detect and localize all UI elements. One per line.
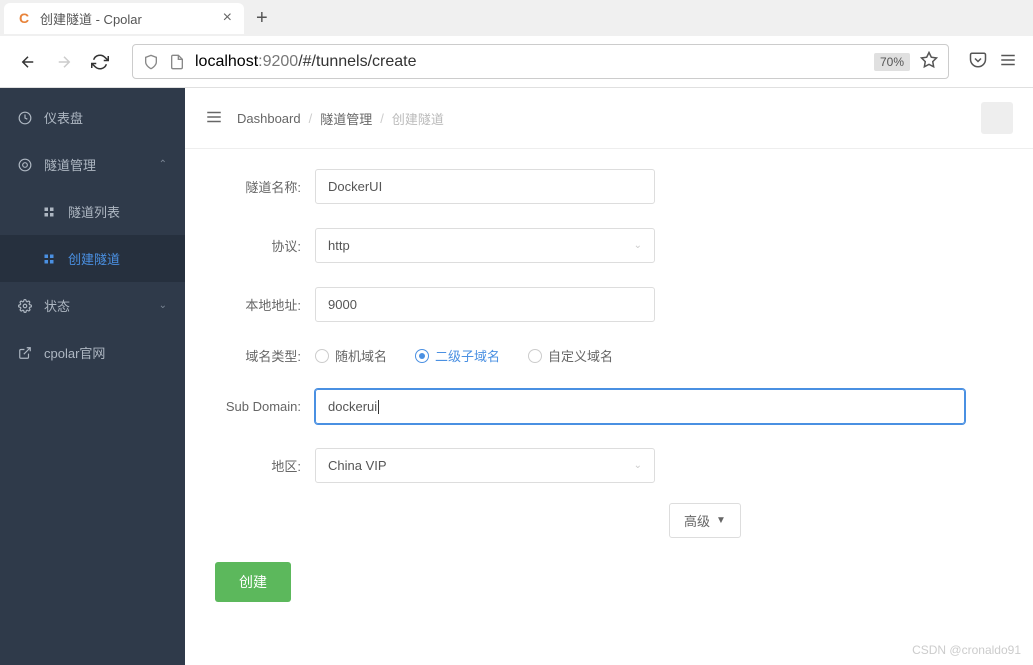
- advanced-button[interactable]: 高级 ▼: [669, 503, 741, 538]
- text-cursor: [378, 400, 379, 414]
- radio-label: 随机域名: [335, 346, 387, 365]
- chevron-up-icon: ⌃: [159, 159, 167, 170]
- sidebar-item-website[interactable]: cpolar官网: [0, 329, 185, 376]
- breadcrumb-sep: /: [380, 111, 384, 126]
- radio-icon: [415, 349, 429, 363]
- grid-icon: [42, 205, 56, 219]
- sidebar-item-status[interactable]: 状态 ⌄: [0, 282, 185, 329]
- sidebar-item-tunnel-mgmt[interactable]: 隧道管理 ⌃: [0, 141, 185, 188]
- submit-button[interactable]: 创建: [215, 562, 291, 602]
- sidebar-item-create-tunnel[interactable]: 创建隧道: [0, 235, 185, 282]
- radio-random-domain[interactable]: 随机域名: [315, 346, 387, 365]
- url-bar[interactable]: localhost:9200/#/tunnels/create 70%: [132, 44, 949, 79]
- radio-label: 自定义域名: [548, 346, 613, 365]
- caret-down-icon: ▼: [716, 515, 726, 526]
- breadcrumb-item[interactable]: Dashboard: [237, 111, 301, 126]
- back-button[interactable]: [16, 50, 40, 74]
- region-label: 地区:: [215, 456, 315, 475]
- radio-icon: [528, 349, 542, 363]
- chevron-down-icon: ⌄: [634, 460, 642, 471]
- tunnel-name-input[interactable]: [315, 169, 655, 204]
- chevron-down-icon: ⌄: [634, 240, 642, 251]
- protocol-value: http: [328, 238, 350, 253]
- target-icon: [18, 158, 32, 172]
- create-tunnel-form: 隧道名称: 协议: http ⌄ 本地地址: 域名类型:: [185, 149, 1033, 646]
- browser-toolbar: localhost:9200/#/tunnels/create 70%: [0, 36, 1033, 88]
- bookmark-icon[interactable]: [920, 51, 938, 72]
- chevron-down-icon: ⌄: [159, 300, 167, 311]
- grid-icon: [42, 252, 56, 266]
- protocol-select[interactable]: http ⌄: [315, 228, 655, 263]
- sidebar-item-dashboard[interactable]: 仪表盘: [0, 94, 185, 141]
- sidebar-item-label: 隧道列表: [68, 202, 120, 221]
- external-link-icon: [18, 346, 32, 360]
- domain-type-radio-group: 随机域名 二级子域名 自定义域名: [315, 346, 613, 365]
- forward-button[interactable]: [52, 50, 76, 74]
- local-addr-input[interactable]: [315, 287, 655, 322]
- tab-title: 创建隧道 - Cpolar: [40, 9, 215, 28]
- breadcrumb-current: 创建隧道: [392, 109, 444, 128]
- pocket-icon[interactable]: [969, 51, 987, 72]
- hamburger-icon[interactable]: [205, 108, 223, 129]
- new-tab-button[interactable]: +: [256, 7, 268, 30]
- shield-icon: [143, 54, 159, 70]
- tunnel-name-label: 隧道名称:: [215, 177, 315, 196]
- breadcrumb-item[interactable]: 隧道管理: [320, 109, 372, 128]
- domain-type-label: 域名类型:: [215, 346, 315, 365]
- advanced-label: 高级: [684, 511, 710, 530]
- radio-custom-domain[interactable]: 自定义域名: [528, 346, 613, 365]
- tab-close-icon[interactable]: ×: [223, 9, 232, 27]
- avatar[interactable]: [981, 102, 1013, 134]
- browser-tab[interactable]: C 创建隧道 - Cpolar ×: [4, 3, 244, 34]
- page-icon: [169, 54, 185, 70]
- menu-icon[interactable]: [999, 51, 1017, 72]
- subdomain-label: Sub Domain:: [215, 399, 315, 414]
- subdomain-input[interactable]: dockerui: [315, 389, 965, 424]
- region-select[interactable]: China VIP ⌄: [315, 448, 655, 483]
- breadcrumb-sep: /: [309, 111, 313, 126]
- region-value: China VIP: [328, 458, 387, 473]
- sidebar-item-label: 隧道管理: [44, 155, 96, 174]
- sidebar-item-label: cpolar官网: [44, 343, 105, 362]
- radio-label: 二级子域名: [435, 346, 500, 365]
- radio-icon: [315, 349, 329, 363]
- protocol-label: 协议:: [215, 236, 315, 255]
- tab-favicon: C: [16, 10, 32, 26]
- sidebar: 仪表盘 隧道管理 ⌃ 隧道列表 创建隧道 状态 ⌄ cpo: [0, 88, 185, 665]
- breadcrumb: Dashboard / 隧道管理 / 创建隧道: [237, 109, 444, 128]
- browser-tab-bar: C 创建隧道 - Cpolar × +: [0, 0, 1033, 36]
- url-text: localhost:9200/#/tunnels/create: [195, 53, 864, 71]
- gear-icon: [18, 299, 32, 313]
- reload-button[interactable]: [88, 50, 112, 74]
- local-addr-label: 本地地址:: [215, 295, 315, 314]
- main-header: Dashboard / 隧道管理 / 创建隧道: [185, 88, 1033, 149]
- radio-subdomain[interactable]: 二级子域名: [415, 346, 500, 365]
- sidebar-item-label: 状态: [44, 296, 70, 315]
- dashboard-icon: [18, 111, 32, 125]
- sidebar-item-label: 仪表盘: [44, 108, 83, 127]
- sidebar-item-label: 创建隧道: [68, 249, 120, 268]
- watermark: CSDN @cronaldo91: [912, 643, 1021, 657]
- sidebar-item-tunnel-list[interactable]: 隧道列表: [0, 188, 185, 235]
- main-content: Dashboard / 隧道管理 / 创建隧道 隧道名称: 协议: http: [185, 88, 1033, 665]
- zoom-badge[interactable]: 70%: [874, 53, 910, 71]
